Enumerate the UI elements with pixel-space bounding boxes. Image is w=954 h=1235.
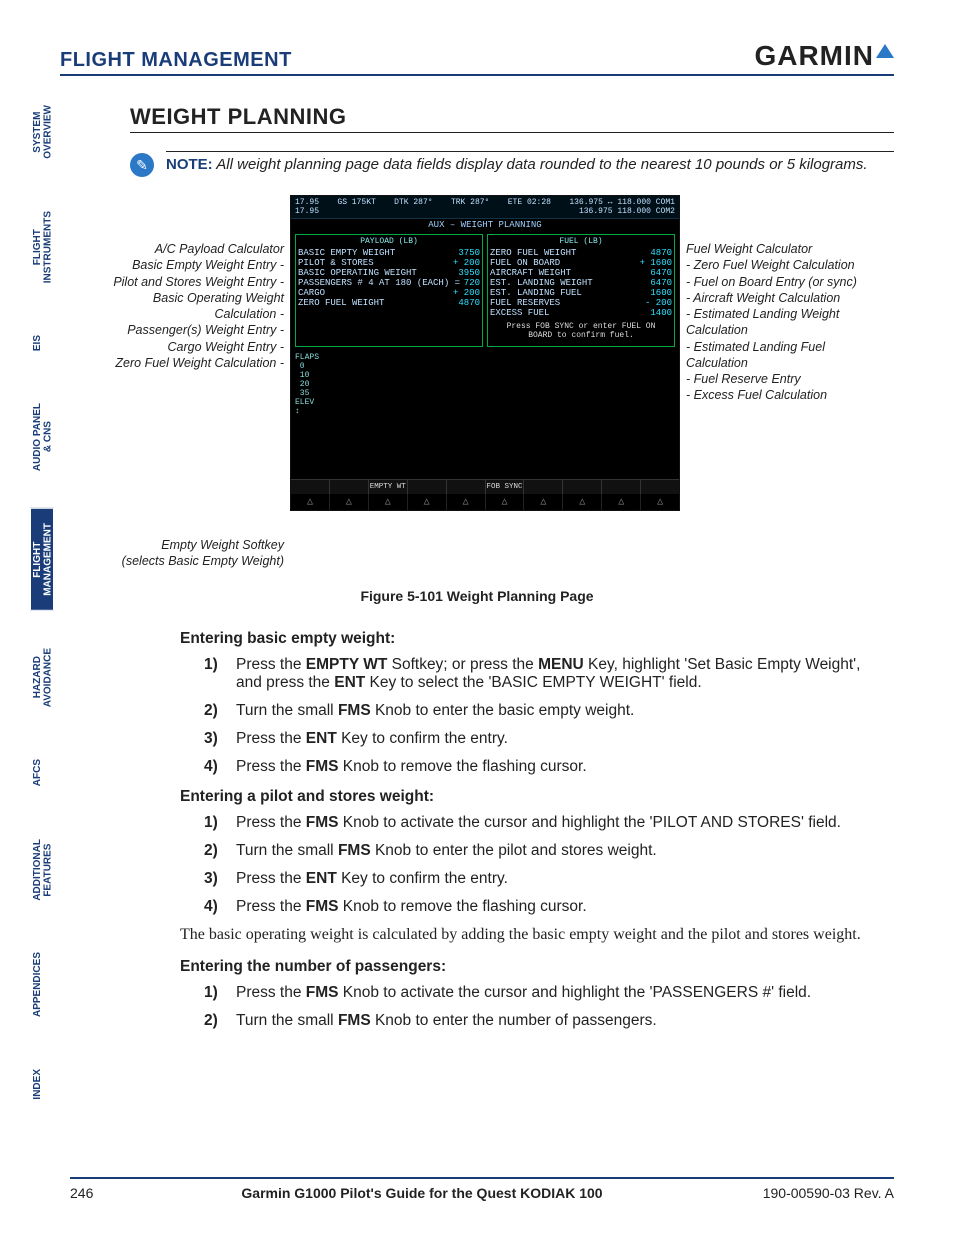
- side-tab[interactable]: HAZARD AVOIDANCE: [30, 633, 54, 722]
- page-header: FLIGHT MANAGEMENT GARMIN: [60, 40, 894, 76]
- data-row: EST. LANDING WEIGHT6470: [490, 278, 672, 288]
- side-tab[interactable]: AFCS: [30, 744, 54, 801]
- side-tab[interactable]: FLIGHT INSTRUMENTS: [30, 196, 54, 298]
- data-row: ZERO FUEL WEIGHT4870: [298, 298, 480, 308]
- procedure-step: 2)Turn the small FMS Knob to enter the b…: [204, 702, 874, 720]
- page-footer: 246 Garmin G1000 Pilot's Guide for the Q…: [70, 1177, 894, 1201]
- side-tab[interactable]: FLIGHT MANAGEMENT: [30, 508, 54, 611]
- callout-item: - Aircraft Weight Calculation: [686, 290, 886, 306]
- data-row: FUEL RESERVES- 200: [490, 298, 672, 308]
- breadcrumb: FLIGHT MANAGEMENT: [60, 49, 292, 72]
- procedure-step: 4)Press the FMS Knob to remove the flash…: [204, 758, 874, 776]
- side-tab[interactable]: SYSTEM OVERVIEW: [30, 90, 54, 174]
- fuel-box-title: FUEL (LB): [490, 237, 672, 246]
- left-callout-head: A/C Payload Calculator: [100, 241, 284, 257]
- softkey[interactable]: [562, 480, 601, 494]
- side-tab[interactable]: INDEX: [30, 1054, 54, 1115]
- figure-zone: A/C Payload Calculator Basic Empty Weigh…: [100, 195, 894, 570]
- callout-item: Basic Empty Weight Entry -: [100, 257, 284, 273]
- softkey[interactable]: FOB SYNC: [485, 480, 524, 494]
- procedure-step: 1)Press the EMPTY WT Softkey; or press t…: [204, 656, 874, 692]
- softkey-callout: Empty Weight Softkey (selects Basic Empt…: [100, 537, 284, 570]
- callout-item: Pilot and Stores Weight Entry -: [100, 274, 284, 290]
- softkey[interactable]: [523, 480, 562, 494]
- right-callout-head: Fuel Weight Calculator: [686, 241, 886, 257]
- right-callouts: Fuel Weight Calculator - Zero Fuel Weigh…: [686, 195, 886, 404]
- procedure-step: 4)Press the FMS Knob to remove the flash…: [204, 898, 874, 916]
- footer-title: Garmin G1000 Pilot's Guide for the Quest…: [130, 1185, 714, 1201]
- softkey[interactable]: [291, 480, 329, 494]
- softkey[interactable]: [446, 480, 485, 494]
- brand-logo: GARMIN: [754, 40, 894, 72]
- softkey[interactable]: [329, 480, 368, 494]
- body-content: Entering basic empty weight: 1)Press the …: [180, 630, 874, 1030]
- side-tab[interactable]: EIS: [30, 320, 54, 366]
- procedure-step: 1)Press the FMS Knob to activate the cur…: [204, 984, 874, 1002]
- data-row: FUEL ON BOARD+ 1600: [490, 258, 672, 268]
- page-number: 246: [70, 1185, 130, 1201]
- side-tab-strip: SYSTEM OVERVIEW FLIGHT INSTRUMENTS EIS AUDI…: [30, 90, 54, 1115]
- callout-item: - Excess Fuel Calculation: [686, 387, 886, 403]
- brand-text: GARMIN: [754, 40, 874, 72]
- softkey-row: EMPTY WT FOB SYNC: [291, 479, 679, 494]
- softkey-arrows: △△△△△ △△△△△: [291, 494, 679, 510]
- data-row: BASIC OPERATING WEIGHT3950: [298, 268, 480, 278]
- callout-item: - Estimated Landing Fuel Calculation: [686, 339, 886, 372]
- note-lead: NOTE:: [166, 156, 213, 173]
- fuel-box: FUEL (LB) ZERO FUEL WEIGHT4870FUEL ON BO…: [487, 234, 675, 347]
- note-body: All weight planning page data fields dis…: [216, 156, 867, 173]
- procedure-heading: Entering a pilot and stores weight:: [180, 788, 874, 806]
- callout-item: - Fuel Reserve Entry: [686, 371, 886, 387]
- payload-box: PAYLOAD (LB) BASIC EMPTY WEIGHT3750PILOT…: [295, 234, 483, 347]
- mfd-screenshot: 17.9517.95 GS 175KT DTK 287° TRK 287° ET…: [290, 195, 680, 511]
- softkey[interactable]: [407, 480, 446, 494]
- note-block: ✎ NOTE: All weight planning page data fi…: [130, 151, 894, 177]
- callout-item: - Estimated Landing Weight Calculation: [686, 306, 886, 339]
- softkey[interactable]: [640, 480, 679, 494]
- side-tab[interactable]: APPENDICES: [30, 937, 54, 1032]
- softkey-callout-sub: (selects Basic Empty Weight): [100, 553, 284, 569]
- side-tab[interactable]: ADDITIONAL FEATURES: [30, 824, 54, 916]
- data-row: EXCESS FUEL1400: [490, 308, 672, 318]
- procedure-step: 3)Press the ENT Key to confirm the entry…: [204, 870, 874, 888]
- footer-docid: 190-00590-03 Rev. A: [714, 1185, 894, 1201]
- procedure-step: 1)Press the FMS Knob to activate the cur…: [204, 814, 874, 832]
- procedure-step: 3)Press the ENT Key to confirm the entry…: [204, 730, 874, 748]
- flaps-indicator: FLAPS 0 10 20 35 ELEV ↕: [291, 349, 679, 479]
- softkey-callout-head: Empty Weight Softkey: [100, 537, 284, 553]
- softkey[interactable]: EMPTY WT: [368, 480, 407, 494]
- brand-triangle-icon: [876, 44, 894, 58]
- callout-item: Basic Operating Weight Calculation -: [100, 290, 284, 323]
- data-row: AIRCRAFT WEIGHT6470: [490, 268, 672, 278]
- right-callout-list: - Zero Fuel Weight Calculation- Fuel on …: [686, 257, 886, 403]
- mfd-page-title: AUX – WEIGHT PLANNING: [291, 219, 679, 232]
- data-row: PILOT & STORES+ 200: [298, 258, 480, 268]
- callout-item: Zero Fuel Weight Calculation -: [100, 355, 284, 371]
- left-callout-list: Basic Empty Weight Entry -Pilot and Stor…: [100, 257, 284, 371]
- callout-item: Passenger(s) Weight Entry -: [100, 322, 284, 338]
- figure-caption: Figure 5-101 Weight Planning Page: [60, 588, 894, 604]
- section-title: WEIGHT PLANNING: [130, 104, 894, 133]
- procedure-step: 2)Turn the small FMS Knob to enter the n…: [204, 1012, 874, 1030]
- callout-item: - Zero Fuel Weight Calculation: [686, 257, 886, 273]
- note-icon: ✎: [130, 153, 154, 177]
- mfd-top-bar: 17.9517.95 GS 175KT DTK 287° TRK 287° ET…: [291, 196, 679, 219]
- data-row: BASIC EMPTY WEIGHT3750: [298, 248, 480, 258]
- data-row: CARGO+ 200: [298, 288, 480, 298]
- fuel-confirm-msg: Press FOB SYNC or enter FUEL ON BOARD to…: [490, 318, 672, 342]
- left-callouts: A/C Payload Calculator Basic Empty Weigh…: [100, 195, 284, 570]
- procedure-heading: Entering the number of passengers:: [180, 958, 874, 976]
- data-row: EST. LANDING FUEL1600: [490, 288, 672, 298]
- softkey[interactable]: [601, 480, 640, 494]
- side-tab[interactable]: AUDIO PANEL & CNS: [30, 388, 54, 486]
- body-paragraph: The basic operating weight is calculated…: [180, 926, 874, 944]
- callout-item: - Fuel on Board Entry (or sync): [686, 274, 886, 290]
- callout-item: Cargo Weight Entry -: [100, 339, 284, 355]
- data-row: PASSENGERS # 4 AT 180 (EACH) =720: [298, 278, 480, 288]
- data-row: ZERO FUEL WEIGHT4870: [490, 248, 672, 258]
- procedure-step: 2)Turn the small FMS Knob to enter the p…: [204, 842, 874, 860]
- procedure-heading: Entering basic empty weight:: [180, 630, 874, 648]
- payload-box-title: PAYLOAD (LB): [298, 237, 480, 246]
- note-text: NOTE: All weight planning page data fiel…: [166, 151, 894, 173]
